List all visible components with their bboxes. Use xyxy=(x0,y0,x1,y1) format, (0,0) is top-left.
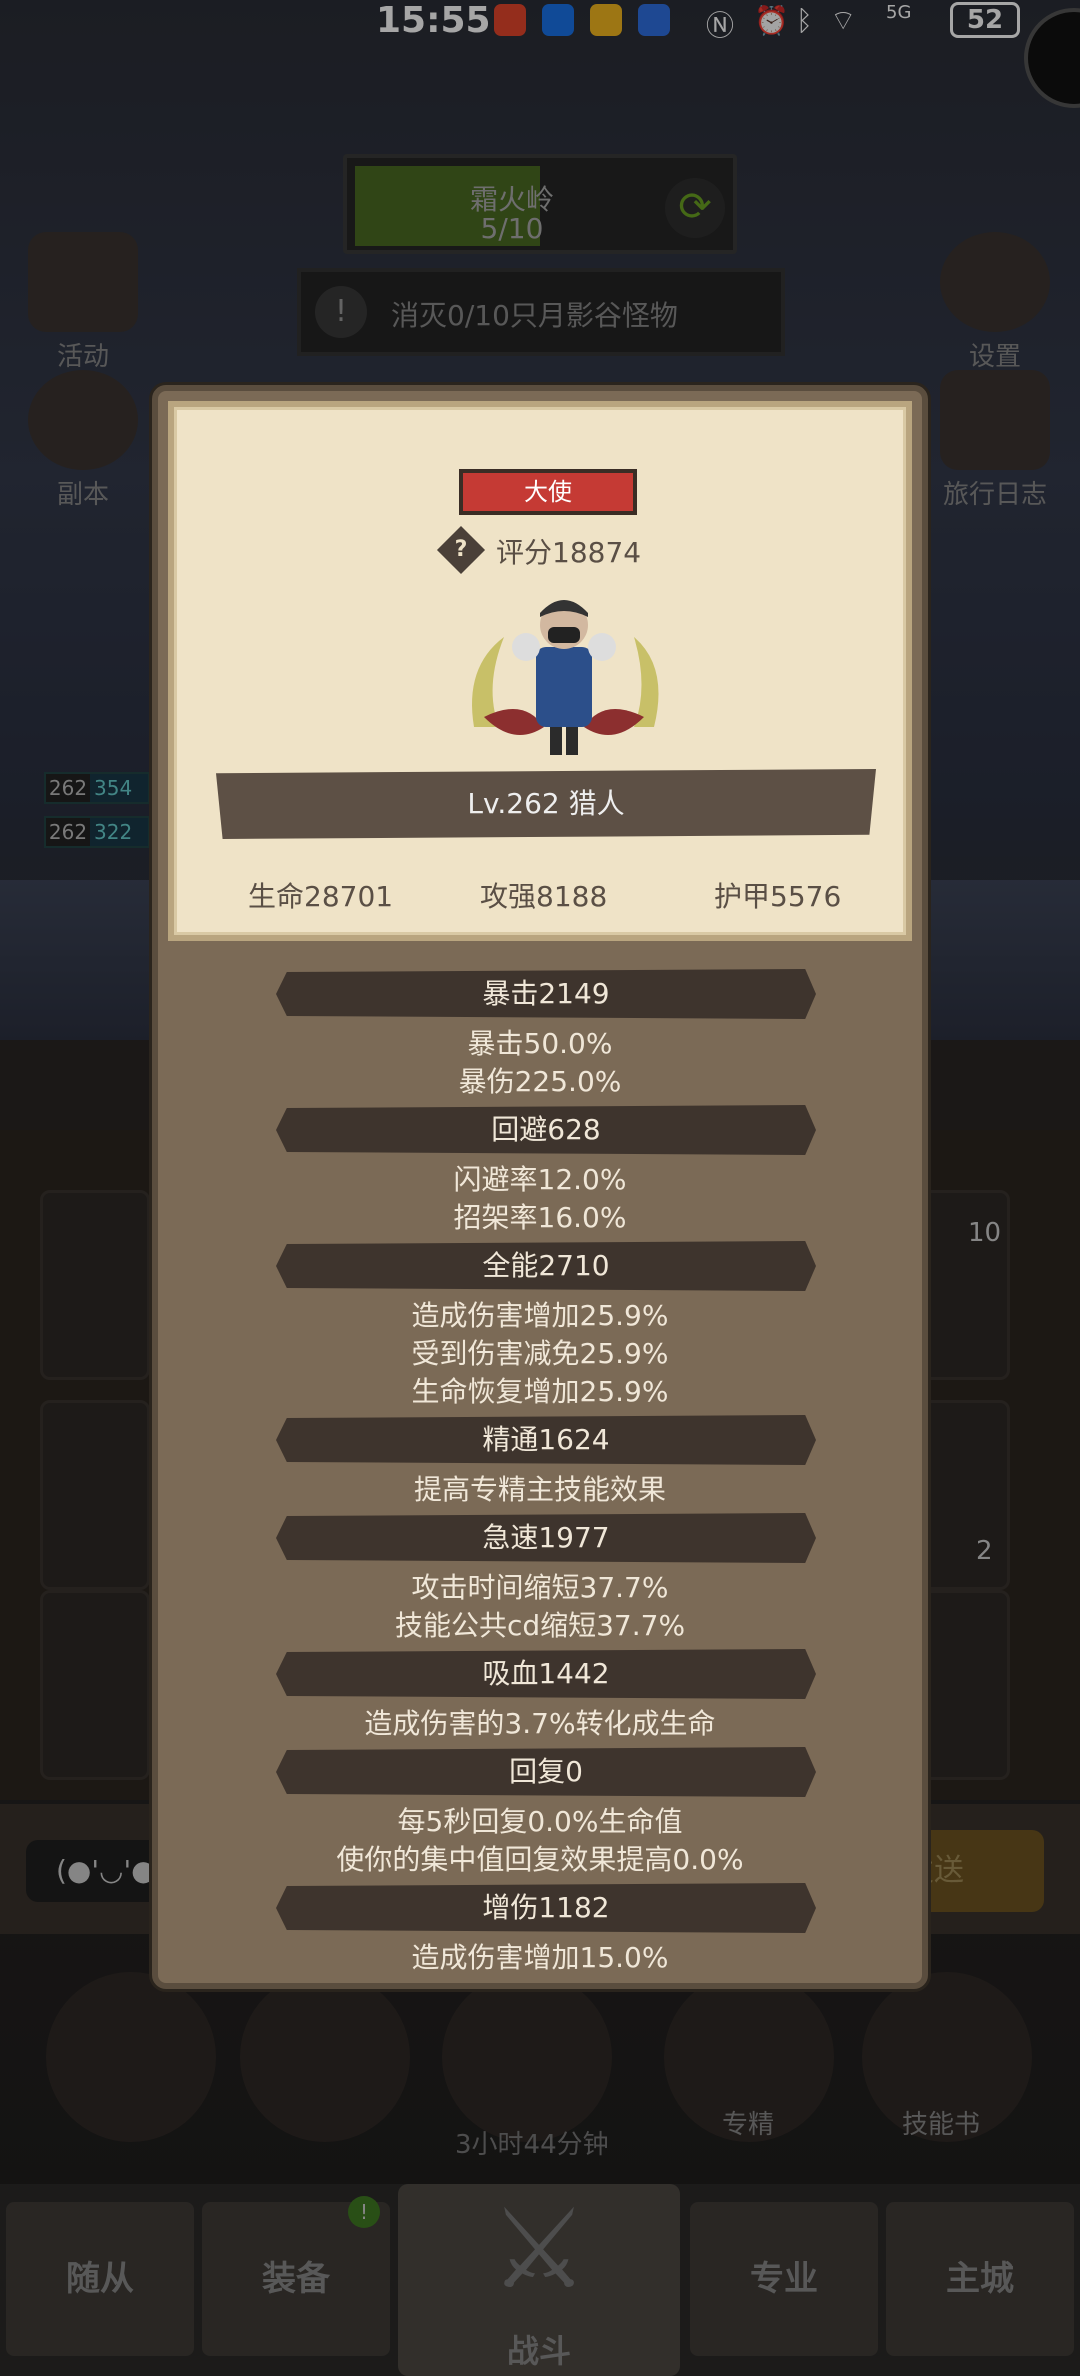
help-glyph: ? xyxy=(454,537,468,562)
stat-detail: 暴伤225.0% xyxy=(458,1065,622,1098)
stat-detail: 招架率16.0% xyxy=(453,1201,627,1234)
stat-header: 全能2710 xyxy=(276,1241,816,1291)
rank-badge: 大使 xyxy=(459,469,637,515)
stat-header: 回避628 xyxy=(276,1105,816,1155)
hp-stat: 生命28701 xyxy=(248,880,394,913)
stat-header: 急速1977 xyxy=(276,1513,816,1563)
stat-header: 精通1624 xyxy=(276,1415,816,1465)
stat-header: 增伤1182 xyxy=(276,1883,816,1933)
stat-detail: 暴击50.0% xyxy=(467,1027,613,1060)
stat-detail: 造成伤害增加15.0% xyxy=(411,1941,669,1974)
score-text: 评分18874 xyxy=(496,536,642,569)
character-stats-popup: 大使 ? 评分18874 Lv.262 猎人 生命28701 攻强8188 护甲… xyxy=(152,385,928,1989)
attack-stat: 攻强8188 xyxy=(480,880,608,913)
help-icon[interactable]: ? xyxy=(436,525,486,575)
stat-detail: 攻击时间缩短37.7% xyxy=(411,1571,669,1604)
stat-header: 暴击2149 xyxy=(276,969,816,1019)
name-banner: Lv.262 猎人 xyxy=(216,769,876,839)
armor-stat: 护甲5576 xyxy=(714,880,842,913)
stat-detail: 造成伤害增加25.9% xyxy=(411,1299,669,1332)
stat-detail: 造成伤害的3.7%转化成生命 xyxy=(364,1707,716,1740)
stat-detail: 使你的集中值回复效果提高0.0% xyxy=(336,1843,744,1876)
score-row: ? 评分18874 xyxy=(436,525,664,575)
character-name: Lv.262 猎人 xyxy=(467,787,625,820)
stat-detail: 技能公共cd缩短37.7% xyxy=(394,1609,686,1642)
stat-detail: 闪避率12.0% xyxy=(453,1163,627,1196)
stat-detail: 生命恢复增加25.9% xyxy=(411,1375,669,1408)
stat-detail: 提高专精主技能效果 xyxy=(413,1473,666,1506)
character-card: 大使 ? 评分18874 Lv.262 猎人 生命28701 攻强8188 护甲… xyxy=(168,401,912,941)
stat-detail: 受到伤害减免25.9% xyxy=(411,1337,669,1370)
stat-detail: 每5秒回复0.0%生命值 xyxy=(397,1805,683,1838)
stat-header: 回复0 xyxy=(276,1747,816,1797)
hunter-character-icon xyxy=(472,600,659,755)
stat-header: 吸血1442 xyxy=(276,1649,816,1699)
